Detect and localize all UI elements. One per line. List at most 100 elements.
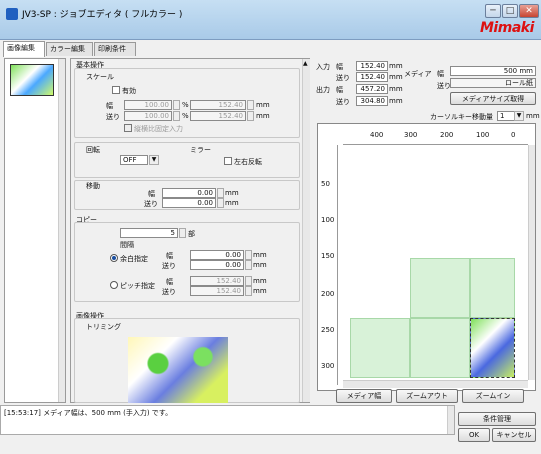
media-width-label: 幅 bbox=[437, 70, 444, 78]
copy-count-unit: 部 bbox=[188, 230, 195, 238]
mm-unit: mm bbox=[225, 199, 239, 207]
status-scrollbar[interactable] bbox=[447, 406, 454, 434]
close-button[interactable]: ✕ bbox=[519, 4, 539, 18]
margin-mode-label: 余白指定 bbox=[120, 255, 148, 263]
unit-label: mm bbox=[389, 97, 403, 105]
move-feed-spin[interactable] bbox=[217, 198, 224, 208]
ruler-v-tick: 50 bbox=[321, 180, 330, 188]
zoom-in-button[interactable]: ズームイン bbox=[462, 389, 524, 403]
zoom-out-button[interactable]: ズームアウト bbox=[396, 389, 458, 403]
media-feed-label: 送り bbox=[437, 82, 451, 90]
ruler-v-tick: 100 bbox=[321, 216, 335, 224]
scale-feed-pct-spin[interactable] bbox=[173, 111, 180, 121]
ruler-h-tick: 300 bbox=[404, 131, 418, 139]
status-message: [15:53:17] メディア幅は、500 mm (手入力) です。 bbox=[4, 409, 173, 417]
trimming-preview-image[interactable] bbox=[128, 337, 228, 403]
title-bar bbox=[0, 0, 541, 40]
input-width-label: 幅 bbox=[336, 63, 343, 71]
condition-management-button[interactable]: 条件管理 bbox=[458, 412, 536, 426]
pitch-feed-label: 送り bbox=[162, 288, 176, 296]
margin-feed-input[interactable]: 0.00 bbox=[190, 260, 244, 270]
scale-enable-label: 有効 bbox=[122, 87, 136, 95]
scale-width-mm-spin[interactable] bbox=[247, 100, 254, 110]
tab-print-conditions[interactable]: 印刷条件 bbox=[94, 42, 136, 56]
mm-unit: mm bbox=[253, 277, 267, 285]
move-feed-label: 送り bbox=[144, 200, 158, 208]
media-feed-value: ロール紙 bbox=[450, 78, 536, 88]
move-width-label: 幅 bbox=[148, 190, 155, 198]
rotate-select[interactable]: OFF bbox=[120, 155, 148, 165]
layout-copy-tile[interactable] bbox=[410, 258, 470, 318]
output-feed-value: 304.80 bbox=[356, 96, 388, 106]
scroll-up-icon[interactable]: ▲ bbox=[303, 60, 309, 68]
scale-width-pct-input[interactable]: 100.00 bbox=[124, 100, 172, 110]
lr-flip-label: 左右反転 bbox=[234, 158, 262, 166]
media-width-button[interactable]: メディア幅 bbox=[336, 389, 392, 403]
ruler-h-tick: 400 bbox=[370, 131, 384, 139]
canvas-vertical-scrollbar[interactable] bbox=[528, 145, 535, 380]
layout-copy-tile[interactable] bbox=[350, 318, 410, 378]
tab-color-edit[interactable]: カラー編集 bbox=[46, 42, 93, 56]
pitch-mode-label: ピッチ指定 bbox=[120, 282, 155, 290]
cursor-step-select[interactable]: 1 bbox=[497, 111, 515, 121]
pitch-feed-spin[interactable] bbox=[245, 286, 252, 296]
ruler-h-tick: 100 bbox=[476, 131, 490, 139]
cursor-step-label: カーソルキー移動量 bbox=[430, 113, 493, 121]
pct-unit: % bbox=[182, 112, 189, 120]
cursor-step-unit: mm bbox=[526, 112, 540, 120]
minimize-button[interactable]: ─ bbox=[485, 4, 501, 18]
scale-width-mm-input[interactable]: 152.40 bbox=[190, 100, 246, 110]
margin-width-spin[interactable] bbox=[245, 250, 252, 260]
maximize-button[interactable]: □ bbox=[502, 4, 518, 18]
pitch-feed-input[interactable]: 152.40 bbox=[190, 286, 244, 296]
rotate-dropdown-icon[interactable]: ▼ bbox=[149, 155, 159, 165]
input-feed-label: 送り bbox=[336, 74, 350, 82]
copy-count-spin[interactable] bbox=[179, 228, 186, 238]
lock-ratio-checkbox[interactable] bbox=[124, 124, 132, 132]
brand-logo: Mimaki bbox=[480, 20, 534, 36]
selected-image-tile[interactable] bbox=[470, 318, 515, 378]
media-label: メディア bbox=[404, 70, 432, 78]
scale-title: スケール bbox=[86, 73, 114, 81]
scale-feed-mm-input[interactable]: 152.40 bbox=[190, 111, 246, 121]
unit-label: mm bbox=[389, 85, 403, 93]
ruler-v-tick: 200 bbox=[321, 290, 335, 298]
ok-button[interactable]: OK bbox=[458, 428, 490, 442]
copy-width-label: 幅 bbox=[166, 252, 173, 260]
lr-flip-checkbox[interactable] bbox=[224, 157, 232, 165]
thumbnail-scrollbar[interactable] bbox=[58, 59, 65, 402]
cancel-button[interactable]: キャンセル bbox=[492, 428, 536, 442]
ruler-h-tick: 0 bbox=[511, 131, 516, 139]
edit-scrollbar[interactable] bbox=[302, 59, 310, 402]
pitch-width-spin[interactable] bbox=[245, 276, 252, 286]
get-media-size-button[interactable]: メディアサイズ取得 bbox=[450, 92, 536, 105]
scale-enable-checkbox[interactable] bbox=[112, 86, 120, 94]
rotate-title: 回転 bbox=[86, 146, 100, 154]
margin-mode-radio[interactable] bbox=[110, 254, 118, 262]
scale-feed-label: 送り bbox=[106, 113, 120, 121]
canvas-horizontal-scrollbar[interactable] bbox=[343, 380, 528, 388]
pitch-width-input[interactable]: 152.40 bbox=[190, 276, 244, 286]
unit-label: mm bbox=[389, 62, 403, 70]
window-title: JV3-SP : ジョブエディタ ( フルカラー ) bbox=[22, 10, 183, 20]
scale-feed-mm-spin[interactable] bbox=[247, 111, 254, 121]
margin-width-input[interactable]: 0.00 bbox=[190, 250, 244, 260]
move-width-input[interactable]: 0.00 bbox=[162, 188, 216, 198]
mm-unit: mm bbox=[253, 261, 267, 269]
layout-copy-tile[interactable] bbox=[470, 258, 515, 318]
move-width-spin[interactable] bbox=[217, 188, 224, 198]
cursor-step-dropdown-icon[interactable]: ▼ bbox=[514, 111, 524, 121]
media-width-input[interactable]: 500 mm bbox=[450, 66, 536, 76]
layout-copy-tile[interactable] bbox=[410, 318, 470, 378]
input-label: 入力 bbox=[316, 63, 330, 71]
scale-feed-pct-input[interactable]: 100.00 bbox=[124, 111, 172, 121]
mm-unit: mm bbox=[225, 189, 239, 197]
thumbnail-image[interactable] bbox=[10, 64, 54, 96]
ruler-v-tick: 250 bbox=[321, 326, 335, 334]
pitch-mode-radio[interactable] bbox=[110, 281, 118, 289]
copy-count-input[interactable]: 5 bbox=[120, 228, 178, 238]
move-feed-input[interactable]: 0.00 bbox=[162, 198, 216, 208]
tab-image-edit[interactable]: 画像編集 bbox=[3, 41, 45, 57]
scale-width-pct-spin[interactable] bbox=[173, 100, 180, 110]
margin-feed-spin[interactable] bbox=[245, 260, 252, 270]
